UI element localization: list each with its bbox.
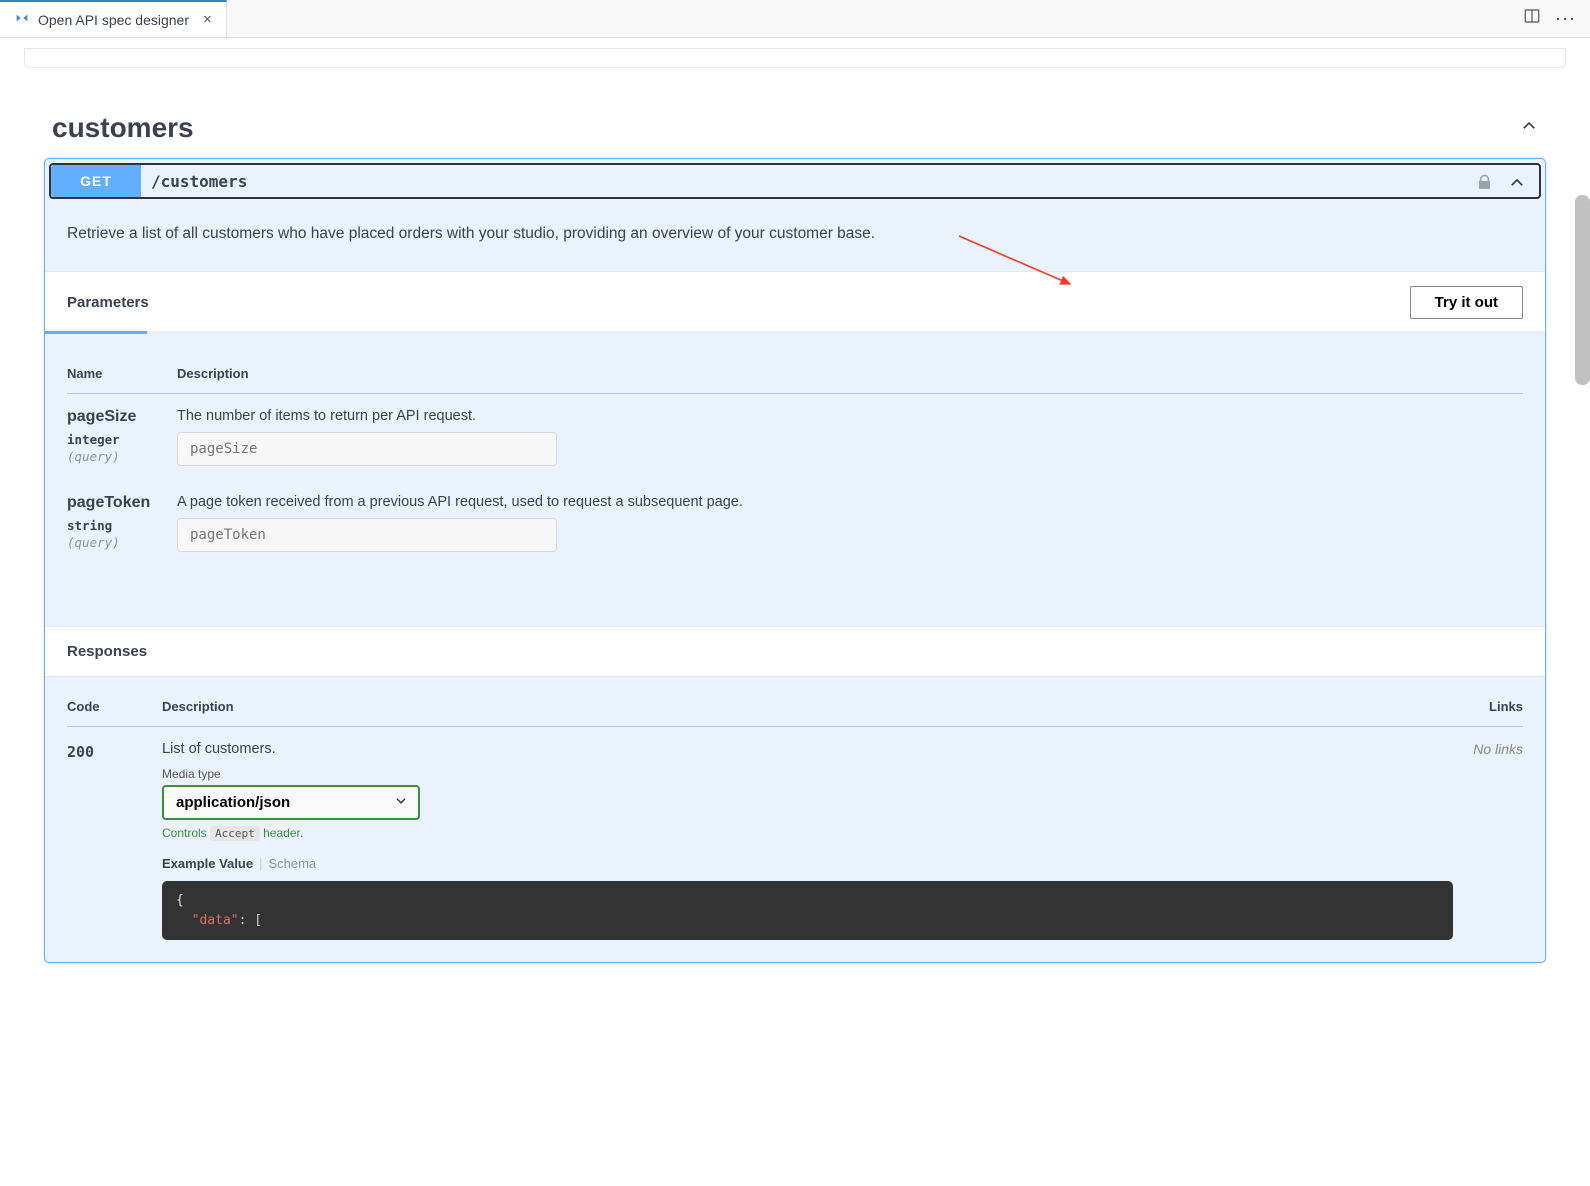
column-header-name: Name: [67, 356, 177, 394]
operation-summary[interactable]: GET /customers: [49, 163, 1541, 199]
example-code-block: { "data": [: [162, 881, 1453, 940]
param-description: The number of items to return per API re…: [177, 408, 1523, 424]
param-type: integer: [67, 432, 177, 447]
responses-header: Responses: [45, 626, 1545, 677]
param-name: pageToken: [67, 494, 177, 512]
parameters-heading: Parameters: [67, 294, 149, 311]
example-schema-tabs: Example Value|Schema: [162, 856, 1453, 871]
endpoint-path: /customers: [141, 172, 1539, 191]
response-description: List of customers.: [162, 741, 1453, 757]
main-content: customers GET /customers Retrieve a list…: [0, 38, 1590, 963]
param-location: (query): [67, 535, 177, 550]
parameters-table: Name Description pageSize integer (query…: [67, 356, 1523, 566]
responses-heading: Responses: [67, 643, 1523, 660]
parameter-row: pageSize integer (query) The number of i…: [67, 394, 1523, 481]
lock-icon[interactable]: [1475, 173, 1494, 197]
param-input-pagetoken[interactable]: [177, 518, 557, 552]
editor-tab-bar: Open API spec designer × ···: [0, 0, 1590, 38]
column-header-description: Description: [177, 356, 1523, 394]
chevron-up-icon[interactable]: [1508, 174, 1526, 197]
controls-accept-text: Controls Accept header.: [162, 826, 1453, 840]
accept-chip: Accept: [210, 826, 260, 841]
param-description: A page token received from a previous AP…: [177, 494, 1523, 510]
close-icon[interactable]: ×: [197, 11, 212, 28]
response-links: No links: [1453, 741, 1523, 940]
param-name: pageSize: [67, 408, 177, 426]
try-it-out-button[interactable]: Try it out: [1410, 286, 1523, 319]
response-row: 200 List of customers. Media type applic…: [67, 741, 1523, 940]
previous-panel-edge: [24, 48, 1566, 68]
operation-description: Retrieve a list of all customers who hav…: [45, 203, 1545, 271]
parameters-header: Parameters Try it out: [45, 271, 1545, 331]
http-method-badge: GET: [51, 165, 141, 197]
section-title[interactable]: customers: [52, 112, 194, 144]
operation-block: GET /customers Retrieve a list of all cu…: [44, 158, 1546, 963]
column-header-description: Description: [162, 699, 1453, 714]
scrollbar-thumb[interactable]: [1575, 195, 1590, 385]
response-code: 200: [67, 741, 162, 940]
responses-table: Code Description Links 200 List of custo…: [45, 677, 1545, 962]
chevron-up-icon[interactable]: [1520, 117, 1538, 140]
param-location: (query): [67, 449, 177, 464]
param-type: string: [67, 518, 177, 533]
tab-example-value[interactable]: Example Value: [162, 856, 253, 871]
tab-title: Open API spec designer: [38, 12, 189, 28]
editor-tab[interactable]: Open API spec designer ×: [0, 0, 227, 37]
more-icon[interactable]: ···: [1555, 8, 1576, 29]
split-editor-icon[interactable]: [1523, 7, 1541, 30]
parameter-row: pageToken string (query) A page token re…: [67, 480, 1523, 566]
media-type-select[interactable]: application/json: [162, 785, 420, 820]
media-type-label: Media type: [162, 767, 1453, 781]
tab-schema[interactable]: Schema: [268, 856, 316, 871]
param-input-pagesize[interactable]: [177, 432, 557, 466]
column-header-code: Code: [67, 699, 162, 714]
column-header-links: Links: [1453, 699, 1523, 714]
api-icon: [14, 10, 30, 29]
